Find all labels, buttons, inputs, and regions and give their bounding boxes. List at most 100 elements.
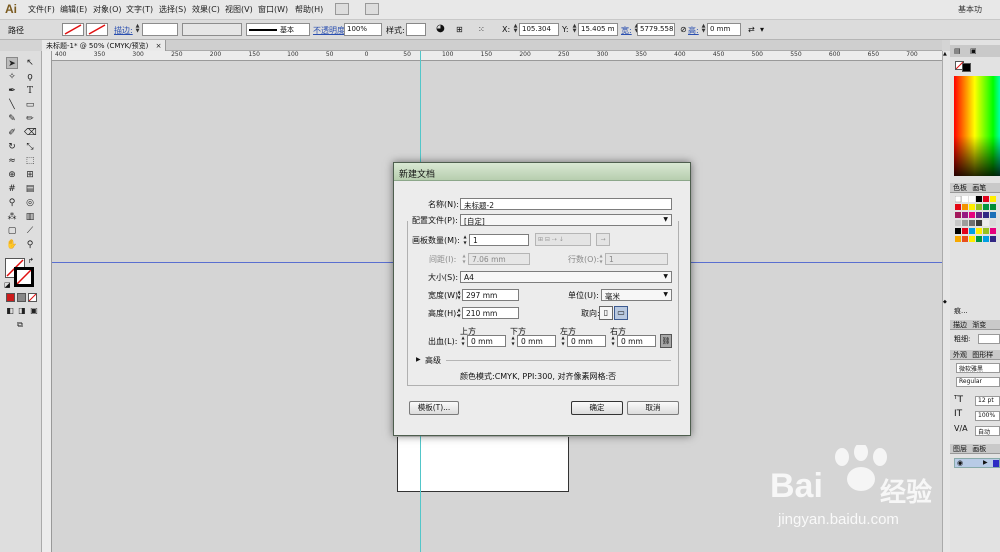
height-field[interactable]: 0 mm	[707, 23, 741, 36]
fill-swatch[interactable]	[62, 23, 84, 36]
column-graph-icon[interactable]: ▥	[24, 211, 36, 223]
y-field[interactable]: 15.405 m	[578, 23, 618, 36]
symbol-sprayer-icon[interactable]: ⁂	[6, 211, 18, 223]
vertical-scrollbar[interactable]: ▲ ◆	[942, 51, 950, 552]
scale-tool-icon[interactable]: ⤡	[24, 141, 36, 153]
bleed-bottom-spinner[interactable]: ▲ ▼	[510, 335, 516, 347]
tracking-field[interactable]: 自动	[975, 426, 1000, 436]
height-input[interactable]: 210 mm	[462, 307, 519, 319]
menu-edit[interactable]: 编辑(E)	[60, 4, 87, 15]
brush-definition[interactable]: 基本	[246, 23, 310, 36]
screen-mode-icon[interactable]: ⧉	[14, 319, 26, 331]
eraser-icon[interactable]: ⌫	[24, 127, 37, 139]
line-tool-icon[interactable]: ╲	[6, 99, 18, 111]
landscape-icon[interactable]: ▭	[614, 306, 628, 320]
advanced-label[interactable]: 高级	[425, 355, 441, 366]
tab-artboards[interactable]: 画板	[972, 445, 986, 453]
height-label-link[interactable]: 高:	[688, 25, 699, 36]
mesh-tool-icon[interactable]: #	[6, 183, 18, 195]
swatches-swatch-set[interactable]	[954, 195, 1000, 248]
stroke-swatch[interactable]	[86, 23, 108, 36]
stroke-weight-field[interactable]	[142, 23, 178, 36]
artboard-tool-icon[interactable]: ▢	[6, 225, 18, 237]
menu-window[interactable]: 窗口(W)	[258, 4, 288, 15]
direct-selection-tool-icon[interactable]: ↖	[24, 57, 36, 69]
size-select[interactable]: A4 ▼	[460, 271, 672, 283]
x-field[interactable]: 105.304	[519, 23, 559, 36]
blend-tool-icon[interactable]: ◎	[24, 197, 36, 209]
hand-tool-icon[interactable]: ✋	[6, 239, 18, 251]
tab-gradient[interactable]: 渐变	[972, 321, 986, 329]
draw-inside-icon[interactable]: ▣	[28, 305, 40, 317]
variable-width-profile[interactable]	[182, 23, 242, 36]
portrait-icon[interactable]: ▯	[599, 306, 613, 320]
tab-layers[interactable]: 图层	[953, 445, 967, 453]
units-select[interactable]: 毫米 ▼	[601, 289, 672, 301]
tab-brushes[interactable]: 画笔	[972, 184, 986, 192]
artboards-spinner[interactable]: ▲ ▼	[462, 234, 468, 246]
type-tool-icon[interactable]: T	[24, 85, 36, 97]
width-field[interactable]: 5779.558	[637, 23, 675, 36]
width-label-link[interactable]: 宽:	[621, 25, 632, 36]
menu-type[interactable]: 文字(T)	[126, 4, 153, 15]
tab-graphic-styles[interactable]: 图形样	[972, 351, 993, 359]
link-bleed-icon[interactable]: ⛓	[660, 334, 672, 348]
visibility-eye-icon[interactable]: ◉	[957, 459, 963, 467]
opacity-field[interactable]: 100%	[344, 23, 382, 36]
bleed-top-spinner[interactable]: ▲ ▼	[460, 335, 466, 347]
cancel-button[interactable]: 取消	[627, 401, 679, 415]
artboards-input[interactable]: 1	[469, 234, 529, 246]
weight-field[interactable]	[978, 334, 1000, 344]
slice-tool-icon[interactable]: ⟋	[24, 225, 36, 237]
align-icon[interactable]: ⊞	[456, 25, 463, 34]
menu-file[interactable]: 文件(F)	[28, 4, 55, 15]
opacity-label-link[interactable]: 不透明度	[313, 25, 345, 36]
isolate-icon[interactable]: ⇄	[748, 25, 755, 34]
document-tab[interactable]: 未标题-1* @ 50% (CMYK/预览) ×	[42, 40, 167, 51]
bridge-icon[interactable]	[335, 3, 349, 15]
tab-stroke[interactable]: 描边	[953, 321, 967, 329]
default-colors-icon[interactable]: ◪	[4, 281, 11, 289]
width-tool-icon[interactable]: ≈	[6, 155, 18, 167]
advanced-expand-icon[interactable]: ▶	[416, 356, 421, 363]
font-family-field[interactable]: 微软雅黑	[956, 363, 1000, 373]
arrange-documents-icon[interactable]	[365, 3, 379, 15]
stroke-color-box[interactable]	[14, 267, 34, 287]
bleed-left-input[interactable]: 0 mm	[567, 335, 606, 347]
gradient-mode-icon[interactable]	[17, 293, 26, 302]
color-guide-icon[interactable]: ▣	[970, 47, 977, 55]
menu-help[interactable]: 帮助(H)	[295, 4, 323, 15]
font-size-field[interactable]: 12 pt	[975, 396, 1000, 406]
workspace-switcher[interactable]: 基本功	[958, 4, 982, 15]
expand-layer-icon[interactable]: ▶	[983, 459, 988, 466]
horizontal-scale-field[interactable]: 100%	[975, 411, 1000, 421]
layer-row[interactable]: ◉ ▶	[954, 458, 1000, 468]
blob-brush-icon[interactable]: ✐	[6, 127, 18, 139]
bleed-top-input[interactable]: 0 mm	[467, 335, 506, 347]
graphic-style-picker[interactable]	[406, 23, 426, 36]
constrain-proportions-icon[interactable]: ⊘	[680, 25, 687, 34]
menu-select[interactable]: 选择(S)	[159, 4, 186, 15]
bleed-left-spinner[interactable]: ▲ ▼	[560, 335, 566, 347]
menu-object[interactable]: 对象(O)	[93, 4, 122, 15]
stroke-label-link[interactable]: 描边:	[114, 25, 133, 36]
bleed-bottom-input[interactable]: 0 mm	[517, 335, 556, 347]
pencil-icon[interactable]: ✏	[24, 113, 36, 125]
horizontal-ruler[interactable]: 400 350 300 250 200 150 100 50 0 50 100 150 200 250 30…	[52, 51, 942, 61]
eyedropper-icon[interactable]: ⚲	[6, 197, 18, 209]
y-spinner[interactable]: ▲ ▼	[571, 24, 578, 35]
scroll-mid-icon[interactable]: ◆	[943, 299, 947, 305]
font-style-field[interactable]: Regular	[956, 377, 1000, 387]
width-input[interactable]: 297 mm	[462, 289, 519, 301]
artboard[interactable]	[397, 437, 569, 492]
draw-behind-icon[interactable]: ◨	[16, 305, 28, 317]
free-transform-icon[interactable]: ⬚	[24, 155, 36, 167]
height-spinner[interactable]: ▲ ▼	[700, 24, 707, 35]
shape-builder-icon[interactable]: ⊕	[6, 169, 18, 181]
panel-stroke-box[interactable]	[962, 63, 971, 72]
color-mode-icon[interactable]	[6, 293, 15, 302]
menu-view[interactable]: 视图(V)	[225, 4, 253, 15]
pen-tool-icon[interactable]: ✒	[6, 85, 18, 97]
rotate-tool-icon[interactable]: ↻	[6, 141, 18, 153]
gradient-tool-icon[interactable]: ▤	[24, 183, 36, 195]
